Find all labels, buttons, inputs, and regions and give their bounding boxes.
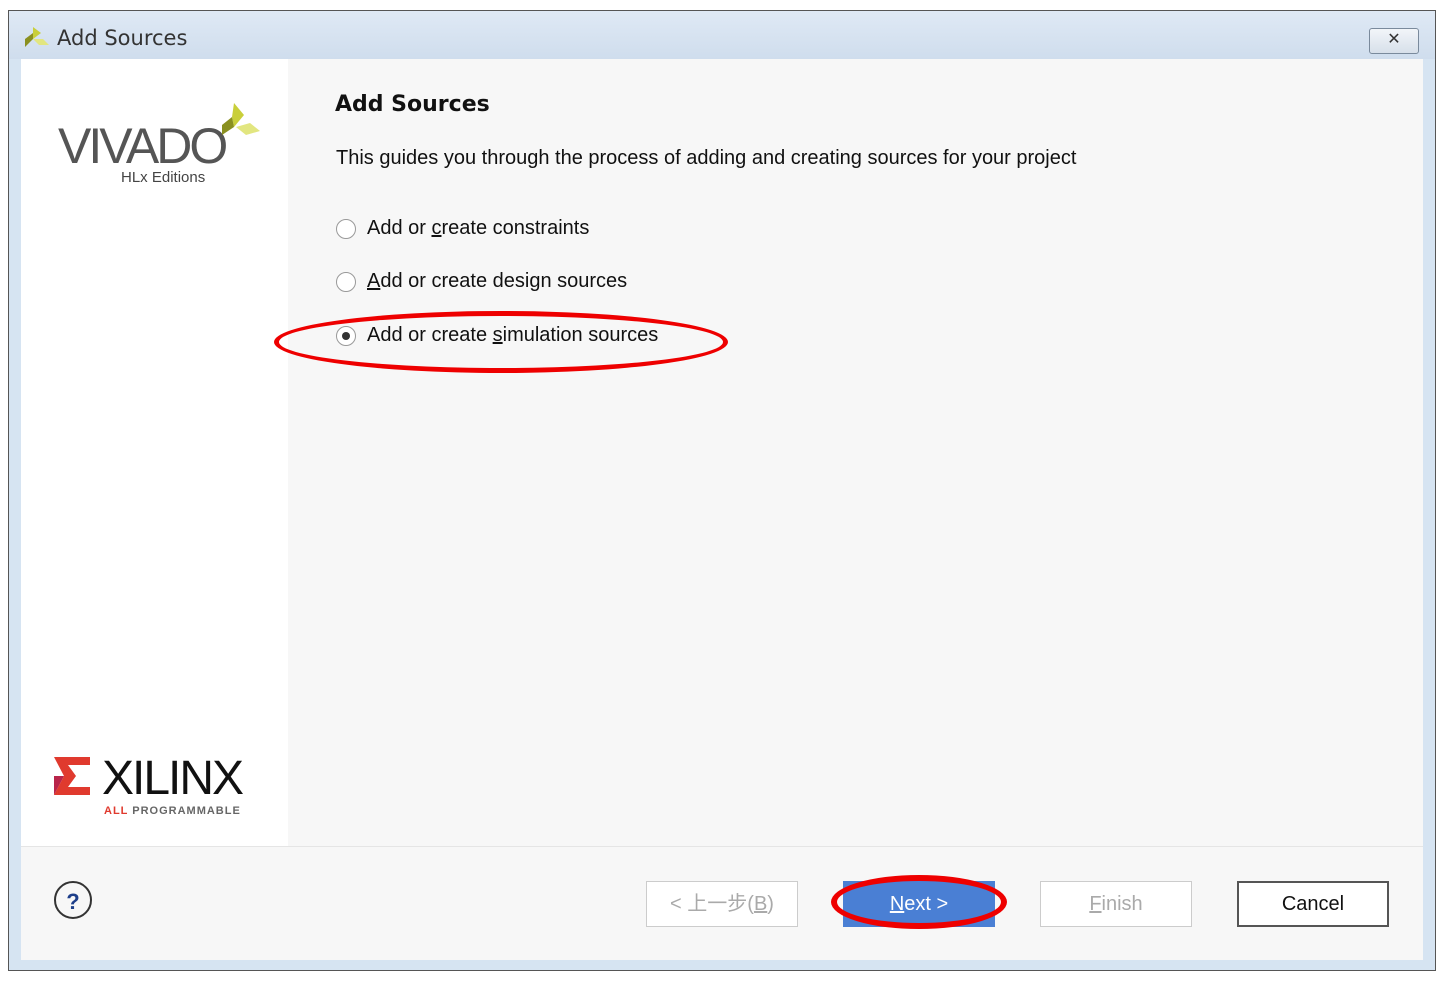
option-label: Add or create constraints xyxy=(367,217,590,239)
vivado-app-icon xyxy=(25,27,49,47)
branding-panel: VIVADO HLx Editions XILINX ALL PROGRAMMA… xyxy=(21,59,288,846)
close-icon: ✕ xyxy=(1387,31,1401,48)
page-description: This guides you through the process of a… xyxy=(336,147,1077,169)
button-bar: ? < 上一步(B) Next > Finish Cancel xyxy=(21,846,1423,960)
add-sources-dialog: Add Sources ✕ VIVADO HLx Editions XILINX… xyxy=(8,10,1436,971)
vivado-logo: VIVADO HLx Editions xyxy=(58,103,260,186)
window-title: Add Sources xyxy=(57,26,188,50)
dialog-body: VIVADO HLx Editions XILINX ALL PROGRAMMA… xyxy=(21,59,1423,960)
radio-design-sources[interactable] xyxy=(336,271,356,292)
close-button[interactable]: ✕ xyxy=(1369,28,1419,54)
option-constraints[interactable]: Add or create constraints xyxy=(336,217,589,240)
title-bar: Add Sources ✕ xyxy=(9,11,1435,59)
help-button[interactable]: ? xyxy=(54,881,92,919)
page-title: Add Sources xyxy=(335,92,490,117)
next-button[interactable]: Next > xyxy=(843,881,995,927)
help-icon: ? xyxy=(66,889,80,914)
back-button[interactable]: < 上一步(B) xyxy=(646,881,798,927)
radio-simulation-sources[interactable] xyxy=(336,325,356,346)
finish-button[interactable]: Finish xyxy=(1040,881,1192,927)
option-label: Add or create design sources xyxy=(367,270,628,292)
option-simulation-sources[interactable]: Add or create simulation sources xyxy=(336,324,658,347)
radio-constraints[interactable] xyxy=(336,218,356,239)
option-design-sources[interactable]: Add or create design sources xyxy=(336,270,627,293)
option-label: Add or create simulation sources xyxy=(367,324,659,346)
cancel-button[interactable]: Cancel xyxy=(1237,881,1389,927)
